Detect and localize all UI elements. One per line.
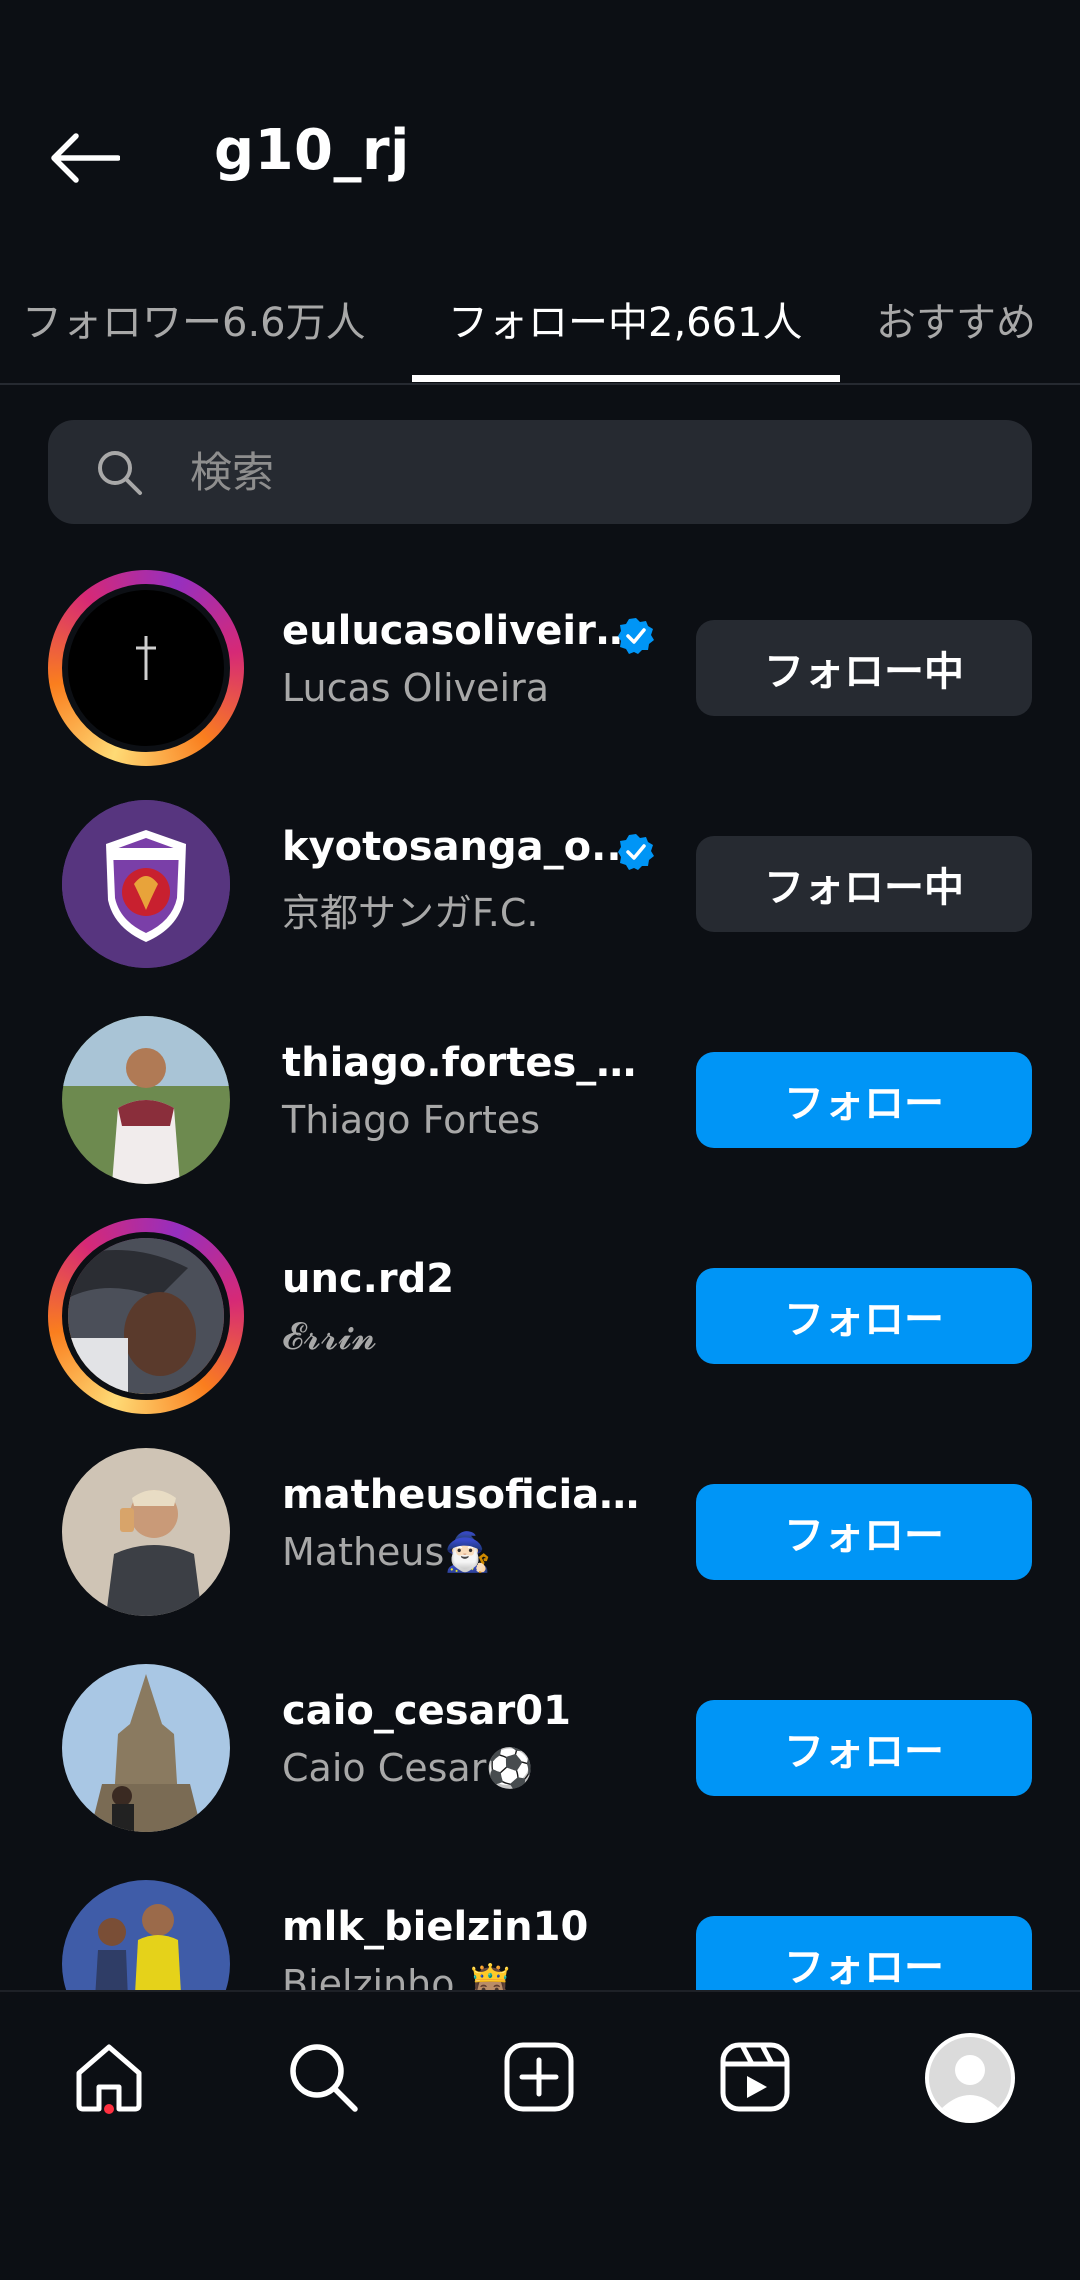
following-list: eulucasoliveira... Lucas Oliveira フォロー中 … xyxy=(0,560,1080,1990)
full-name: Bielzinho 🤴🏽 xyxy=(282,1962,514,1990)
avatar xyxy=(62,1232,230,1400)
username: thiago.fortes_trein... xyxy=(282,1040,652,1086)
list-item[interactable]: kyotosanga_o... 京都サンガF.C. フォロー中 xyxy=(0,776,1080,992)
kyoto-sanga-crest-icon xyxy=(62,800,230,968)
nav-search[interactable] xyxy=(278,2032,368,2122)
avatar xyxy=(62,584,230,752)
full-name: Lucas Oliveira xyxy=(282,666,550,710)
verified-badge-icon xyxy=(618,834,654,870)
username: eulucasoliveira... xyxy=(282,608,652,654)
avatar-wrapper[interactable] xyxy=(48,1866,244,1990)
page-title: g10_rj xyxy=(214,118,410,183)
tab-following[interactable]: フォロー中2,661人 xyxy=(448,290,803,380)
profile-icon xyxy=(925,2033,1015,2123)
following-button[interactable]: フォロー中 xyxy=(696,620,1032,716)
reels-icon xyxy=(720,2042,790,2112)
follow-button[interactable]: フォロー xyxy=(696,1916,1032,1990)
verified-badge-icon xyxy=(618,618,654,654)
bottom-navigation xyxy=(0,1990,1080,2280)
arrow-left-icon xyxy=(51,133,120,183)
tab-bar: フォロワー6.6万人 フォロー中2,661人 おすすめ xyxy=(0,270,1080,385)
avatar-story-ring[interactable] xyxy=(48,570,244,766)
search-icon xyxy=(98,451,142,495)
full-name: Thiago Fortes xyxy=(282,1098,541,1142)
avatar xyxy=(62,1016,230,1184)
nav-create[interactable] xyxy=(494,2032,584,2122)
list-item[interactable]: eulucasoliveira... Lucas Oliveira フォロー中 xyxy=(0,560,1080,776)
search-input[interactable] xyxy=(190,447,970,497)
username: caio_cesar01 xyxy=(282,1688,571,1734)
follow-button[interactable]: フォロー xyxy=(696,1268,1032,1364)
list-item[interactable]: unc.rd2 𝓔𝓻𝓻𝓲𝓷 フォロー xyxy=(0,1208,1080,1424)
list-item[interactable]: thiago.fortes_trein... Thiago Fortes フォロ… xyxy=(0,992,1080,1208)
avatar-wrapper[interactable] xyxy=(48,1434,244,1630)
full-name: Matheus🧙🏻‍♂️ xyxy=(282,1530,492,1574)
avatar-wrapper[interactable] xyxy=(48,1650,244,1846)
active-tab-indicator xyxy=(412,375,840,382)
create-icon xyxy=(504,2042,574,2112)
list-item[interactable]: caio_cesar01 Caio Cesar⚽ フォロー xyxy=(0,1640,1080,1856)
avatar-wrapper[interactable] xyxy=(48,1002,244,1198)
avatar xyxy=(62,1448,230,1616)
full-name: 京都サンガF.C. xyxy=(282,891,539,935)
list-item[interactable]: matheusoficial__10 Matheus🧙🏻‍♂️ フォロー xyxy=(0,1424,1080,1640)
search-icon xyxy=(290,2044,358,2112)
top-bar: g10_rj xyxy=(0,0,1080,260)
full-name: Caio Cesar⚽ xyxy=(282,1746,534,1790)
username: mlk_bielzin10 xyxy=(282,1904,589,1950)
avatar-wrapper[interactable] xyxy=(48,786,244,982)
tab-suggested[interactable]: おすすめ xyxy=(876,290,1036,380)
avatar-story-ring[interactable] xyxy=(48,1218,244,1414)
tab-followers[interactable]: フォロワー6.6万人 xyxy=(22,290,366,380)
username: kyotosanga_o... xyxy=(282,824,637,870)
username: unc.rd2 xyxy=(282,1256,455,1302)
username: matheusoficial__10 xyxy=(282,1472,652,1518)
avatar xyxy=(62,800,230,968)
avatar xyxy=(62,1880,230,1990)
nav-reels[interactable] xyxy=(710,2032,800,2122)
follow-button[interactable]: フォロー xyxy=(696,1052,1032,1148)
follow-button[interactable]: フォロー xyxy=(696,1700,1032,1796)
search-bar[interactable] xyxy=(48,420,1032,524)
follow-button[interactable]: フォロー xyxy=(696,1484,1032,1580)
nav-profile[interactable] xyxy=(924,2032,1016,2124)
following-button[interactable]: フォロー中 xyxy=(696,836,1032,932)
back-button[interactable] xyxy=(44,124,124,192)
full-name: 𝓔𝓻𝓻𝓲𝓷 xyxy=(282,1314,378,1358)
list-item[interactable]: mlk_bielzin10 Bielzinho 🤴🏽 フォロー xyxy=(0,1856,1080,1990)
notification-dot xyxy=(104,2104,114,2114)
avatar xyxy=(62,1664,230,1832)
